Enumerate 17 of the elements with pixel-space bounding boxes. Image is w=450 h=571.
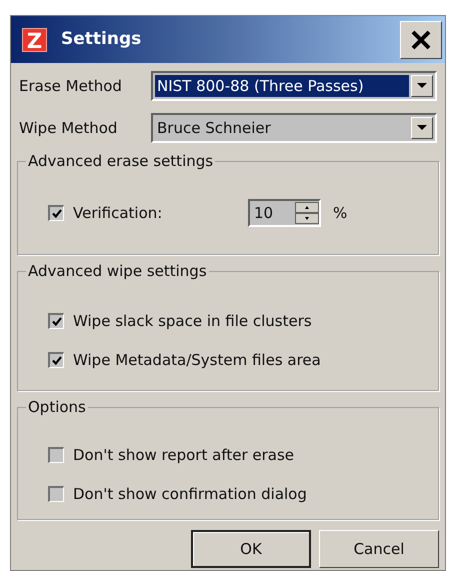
spinner-value: 10	[253, 202, 274, 224]
checkbox-label: Wipe Metadata/System files area	[73, 350, 321, 370]
dropdown[interactable]: Bruce Schneier	[151, 113, 437, 143]
dropdown[interactable]: NIST 800-88 (Three Passes)	[151, 71, 437, 101]
unit-label: %	[333, 202, 348, 224]
dialog-button[interactable]: Cancel	[319, 530, 439, 568]
number-spinner[interactable]: 10	[248, 199, 321, 227]
dialog-button[interactable]: OK	[191, 530, 311, 568]
checkbox-label: Don't show confirmation dialog	[73, 484, 307, 504]
checkbox-label: Don't show report after erase	[73, 445, 294, 466]
dropdown-value: NIST 800-88 (Three Passes)	[155, 75, 409, 97]
field-label: Erase Method	[19, 76, 123, 97]
field-label: Wipe Method	[19, 118, 118, 139]
app-logo-icon: Z	[22, 28, 47, 52]
checkbox-label: Verification:	[73, 202, 162, 224]
checkbox-label: Wipe slack space in file clusters	[73, 311, 312, 332]
window-title: Settings	[61, 28, 142, 51]
